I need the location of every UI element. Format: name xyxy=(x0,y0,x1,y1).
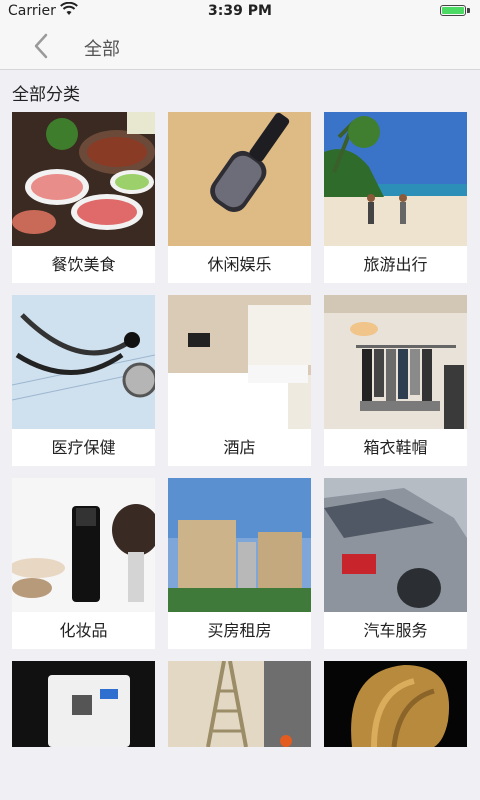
section-title: 全部分类 xyxy=(12,85,80,105)
category-label: 买房租房 xyxy=(207,621,272,640)
category-label: 医疗保健 xyxy=(51,438,116,457)
clothing-store-photo xyxy=(324,295,467,429)
makeup-brush-photo xyxy=(12,478,155,612)
category-label: 餐饮美食 xyxy=(51,255,116,274)
hotel-room-photo xyxy=(168,295,311,429)
category-label: 酒店 xyxy=(223,438,256,457)
back-chevron-icon[interactable] xyxy=(28,32,56,60)
status-bar: Carrier 3:39 PM xyxy=(0,0,480,22)
car-wash-photo xyxy=(324,478,467,612)
apartment-building-photo xyxy=(168,478,311,612)
category-card-medical[interactable]: 医疗保健 xyxy=(12,295,155,466)
category-card-clothing[interactable]: 箱衣鞋帽 xyxy=(324,295,467,466)
battery-icon xyxy=(440,5,466,16)
page-title: 全部 xyxy=(84,39,120,60)
microphone-photo xyxy=(168,112,311,246)
category-card-real-estate[interactable]: 买房租房 xyxy=(168,478,311,649)
hotpot-food-photo xyxy=(12,112,155,246)
ladder-photo xyxy=(168,661,311,747)
category-card-electrical[interactable] xyxy=(12,661,155,747)
circuit-breaker-photo xyxy=(12,661,155,747)
clock: 3:39 PM xyxy=(208,3,272,19)
category-card-cosmetics[interactable]: 化妆品 xyxy=(12,478,155,649)
category-card-beauty-salon[interactable] xyxy=(324,661,467,747)
category-card-hotel[interactable]: 酒店 xyxy=(168,295,311,466)
category-label: 汽车服务 xyxy=(363,621,428,640)
category-label: 化妆品 xyxy=(59,621,108,640)
category-label: 旅游出行 xyxy=(363,255,428,274)
category-card-home-repair[interactable] xyxy=(168,661,311,747)
battery-tip xyxy=(467,8,470,13)
navigation-bar: 全部 xyxy=(0,22,480,70)
stethoscope-photo xyxy=(12,295,155,429)
beach-travel-photo xyxy=(324,112,467,246)
category-label: 箱衣鞋帽 xyxy=(363,438,428,457)
category-label: 休闲娱乐 xyxy=(207,255,272,274)
category-card-car-service[interactable]: 汽车服务 xyxy=(324,478,467,649)
category-card-entertainment[interactable]: 休闲娱乐 xyxy=(168,112,311,283)
category-card-travel[interactable]: 旅游出行 xyxy=(324,112,467,283)
hair-salon-photo xyxy=(324,661,467,747)
category-card-food[interactable]: 餐饮美食 xyxy=(12,112,155,283)
